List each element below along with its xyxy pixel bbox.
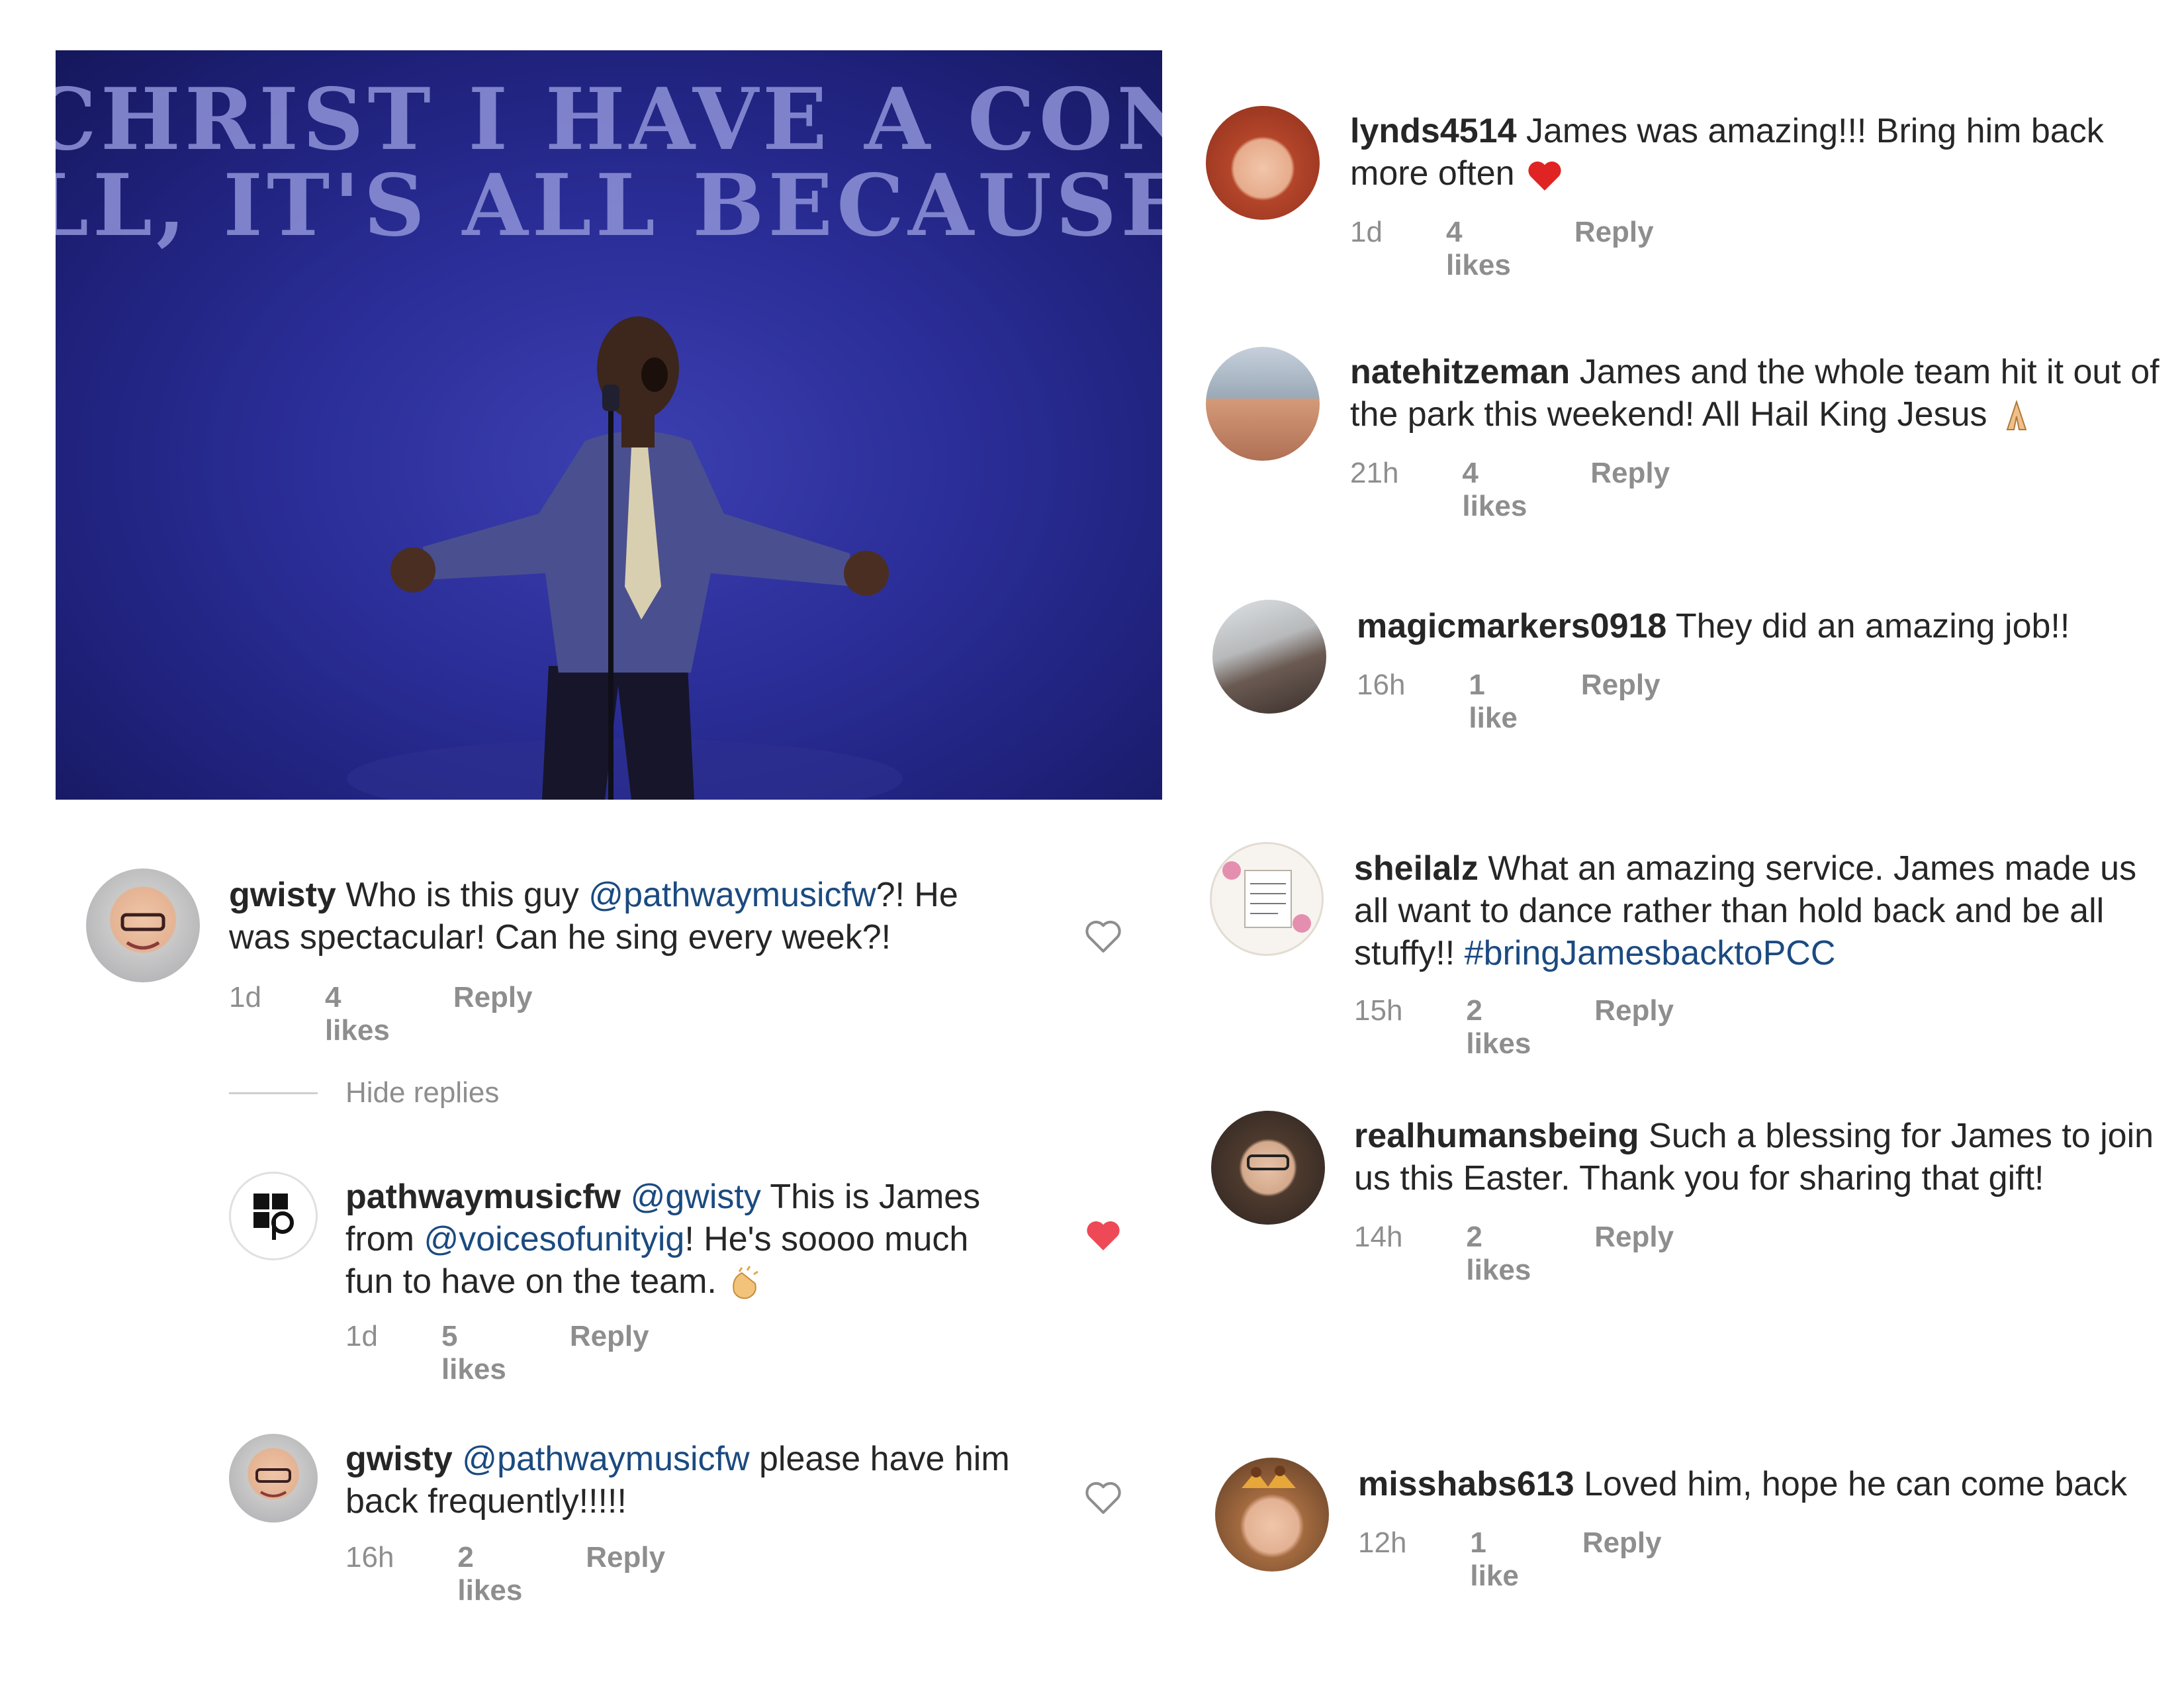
comment-meta: 21h 4 likes Reply [1350,457,1733,523]
comment-text: gwisty Who is this guy @pathwaymusicfw?!… [229,874,1010,959]
timestamp: 12h [1358,1526,1407,1559]
reply-button[interactable]: Reply [570,1320,649,1386]
comment-meta: 16h 2 likes Reply [345,1541,729,1607]
reply-button[interactable]: Reply [586,1541,665,1607]
comment-text: magicmarkers0918 They did an amazing job… [1357,605,2151,647]
comment-text: natehitzeman James and the whole team hi… [1350,351,2164,436]
heart-outline-icon[interactable] [1083,917,1124,955]
username[interactable]: pathwaymusicfw [345,1178,621,1216]
heart-filled-icon[interactable] [1083,1217,1124,1254]
mention-link[interactable]: @gwisty [631,1178,761,1216]
comment-meta: 16h 1 like Reply [1357,669,1724,735]
hashtag-link[interactable]: #bringJamesbacktoPCC [1465,934,1836,972]
username[interactable]: misshabs613 [1358,1465,1574,1503]
comment-meta: 1d 4 likes Reply [229,981,596,1047]
comment-text: misshabs613 Loved him, hope he can come … [1358,1463,2152,1505]
comment-body: They did an amazing job!! [1666,607,2070,645]
comment-text: sheilalz What an amazing service. James … [1354,847,2168,974]
comment-text: realhumansbeing Such a blessing for Jame… [1354,1115,2168,1199]
username[interactable]: gwisty [229,876,336,914]
mention-link[interactable]: @pathwaymusicfw [588,876,876,914]
reply-button[interactable]: Reply [1574,216,1654,282]
avatar[interactable] [86,868,200,982]
comment-meta: 1d 4 likes Reply [1350,216,1717,282]
timestamp: 16h [345,1541,394,1573]
comment-text: pathwaymusicfw @gwisty This is James fro… [345,1176,1014,1303]
hide-replies-label: Hide replies [345,1076,500,1109]
timestamp: 1d [229,981,261,1013]
red-heart-emoji [1528,162,1561,191]
clapping-hands-emoji [733,1266,759,1299]
username[interactable]: lynds4514 [1350,112,1517,150]
comment-body: Loved him, hope he can come back [1574,1465,2128,1503]
mention-link-2[interactable]: @voicesofunityig [424,1220,684,1258]
singer-illustration [347,316,903,800]
avatar[interactable] [229,1172,318,1260]
likes-count[interactable]: 4 likes [1446,216,1511,282]
comment-text: lynds4514 James was amazing!!! Bring him… [1350,110,2144,195]
username[interactable]: sheilalz [1354,849,1479,888]
username[interactable]: natehitzeman [1350,353,1570,391]
comment-meta: 1d 5 likes Reply [345,1320,713,1386]
avatar[interactable] [1210,842,1324,956]
username[interactable]: realhumansbeing [1354,1117,1639,1155]
post-photo: CHRIST I HAVE A CONFIDENC LL, IT'S ALL B… [56,50,1162,800]
comment-text: gwisty @pathwaymusicfw please have him b… [345,1438,1047,1523]
likes-count[interactable]: 2 likes [1466,994,1531,1060]
reply-button[interactable]: Reply [1594,994,1674,1060]
divider [229,1092,318,1094]
reply-button[interactable]: Reply [1590,457,1670,523]
hide-replies-button[interactable]: Hide replies [229,1076,499,1109]
reply-button[interactable]: Reply [1582,1526,1662,1593]
likes-count[interactable]: 2 likes [1466,1221,1531,1287]
username[interactable]: magicmarkers0918 [1357,607,1666,645]
likes-count[interactable]: 4 likes [1462,457,1527,523]
timestamp: 1d [345,1320,378,1352]
username[interactable]: gwisty [345,1440,453,1478]
timestamp: 16h [1357,669,1406,701]
avatar[interactable] [229,1434,318,1523]
reply-button[interactable]: Reply [453,981,533,1047]
mention-link[interactable]: @pathwaymusicfw [462,1440,749,1478]
likes-count[interactable]: 5 likes [441,1320,506,1386]
heart-outline-icon[interactable] [1083,1479,1124,1516]
timestamp: 1d [1350,216,1383,248]
avatar[interactable] [1212,600,1326,714]
comment-body: Who is this guy [336,876,589,914]
likes-count[interactable]: 1 like [1470,1526,1518,1593]
avatar[interactable] [1215,1458,1329,1571]
reply-button[interactable]: Reply [1594,1221,1674,1287]
avatar[interactable] [1206,347,1320,461]
avatar[interactable] [1206,106,1320,220]
timestamp: 15h [1354,994,1403,1027]
comment-meta: 12h 1 like Reply [1358,1526,1725,1593]
comment-meta: 14h 2 likes Reply [1354,1221,1737,1287]
timestamp: 14h [1354,1221,1403,1253]
likes-count[interactable]: 4 likes [325,981,390,1047]
likes-count[interactable]: 2 likes [457,1541,522,1607]
avatar[interactable] [1211,1111,1325,1225]
likes-count[interactable]: 1 like [1469,669,1517,735]
timestamp: 21h [1350,457,1399,489]
reply-button[interactable]: Reply [1581,669,1661,735]
praying-hands-emoji [2006,400,2027,431]
comment-meta: 15h 2 likes Reply [1354,994,1737,1060]
